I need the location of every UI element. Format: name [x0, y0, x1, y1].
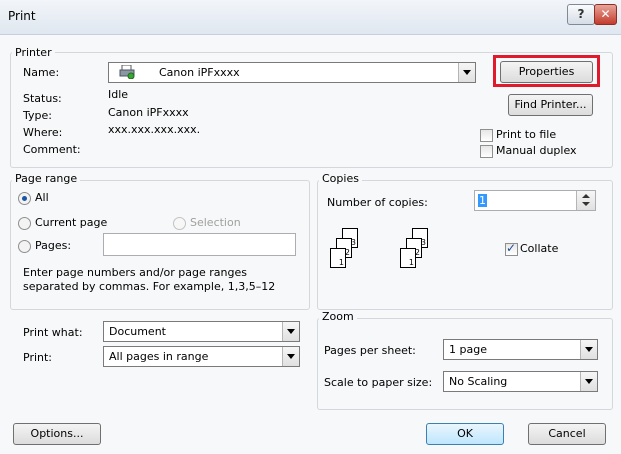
collate-illustration: 3 2 1 3 2 1: [330, 228, 430, 288]
scale-to-paper-size-combo[interactable]: No Scaling: [443, 371, 598, 392]
collate-page-number: 1: [338, 258, 344, 267]
spin-up-icon[interactable]: [582, 194, 590, 198]
page-range-group-label: Page range: [12, 172, 81, 185]
properties-button[interactable]: Properties: [500, 61, 593, 83]
pages-radio[interactable]: [18, 240, 31, 253]
page-range-hint-line1: Enter page numbers and/or page ranges: [23, 266, 247, 279]
zoom-group-label: Zoom: [319, 310, 357, 323]
print-to-file-checkbox[interactable]: [480, 129, 493, 142]
scale-to-paper-size-label: Scale to paper size:: [324, 376, 433, 389]
current-page-radio-label[interactable]: Current page: [35, 216, 107, 229]
selection-radio[interactable]: [173, 217, 186, 230]
options-button[interactable]: Options...: [13, 423, 101, 445]
print-to-file-label[interactable]: Print to file: [496, 128, 556, 141]
pages-per-sheet-value: 1 page: [449, 343, 487, 356]
help-button[interactable]: ?: [567, 4, 595, 25]
collate-label[interactable]: Collate: [520, 242, 558, 255]
scale-to-paper-size-value: No Scaling: [449, 375, 508, 388]
cancel-button[interactable]: Cancel: [528, 423, 606, 445]
printer-icon: [119, 64, 135, 80]
number-of-copies-value: 1: [478, 194, 487, 207]
printer-type-label: Type:: [23, 109, 52, 122]
print-label: Print:: [23, 351, 53, 364]
printer-where-label: Where:: [23, 126, 63, 139]
printer-group-label: Printer: [12, 46, 55, 59]
chevron-down-icon[interactable]: [282, 322, 299, 341]
manual-duplex-label[interactable]: Manual duplex: [496, 144, 577, 157]
collate-page: 1: [330, 248, 346, 268]
print-value: All pages in range: [109, 350, 209, 363]
all-radio-label[interactable]: All: [35, 191, 49, 204]
ok-button[interactable]: OK: [426, 423, 504, 445]
selection-radio-label[interactable]: Selection: [190, 216, 241, 229]
find-printer-button[interactable]: Find Printer...: [508, 94, 593, 116]
manual-duplex-checkbox[interactable]: [480, 145, 493, 158]
pages-radio-label[interactable]: Pages:: [35, 239, 71, 252]
print-what-combo[interactable]: Document: [103, 321, 300, 342]
print-what-value: Document: [109, 325, 166, 338]
pages-input[interactable]: [103, 233, 296, 256]
chevron-down-icon[interactable]: [282, 347, 299, 366]
title-bar: Print ? ✕: [0, 0, 621, 35]
copies-group-label: Copies: [319, 172, 362, 185]
spin-down-icon[interactable]: [582, 202, 590, 206]
collate-page: 1: [400, 248, 416, 268]
chevron-down-icon[interactable]: [580, 340, 597, 359]
pages-per-sheet-label: Pages per sheet:: [324, 344, 416, 357]
printer-name-value: Canon iPFxxxx: [159, 66, 240, 79]
copies-spinner[interactable]: [576, 191, 595, 210]
number-of-copies-input[interactable]: 1: [474, 190, 596, 211]
pages-per-sheet-combo[interactable]: 1 page: [443, 339, 598, 360]
print-what-label: Print what:: [23, 326, 83, 339]
print-combo[interactable]: All pages in range: [103, 346, 300, 367]
current-page-radio[interactable]: [18, 217, 31, 230]
page-range-hint-line2: separated by commas. For example, 1,3,5–…: [23, 280, 276, 293]
window-title: Print: [8, 9, 36, 23]
printer-where-value: xxx.xxx.xxx.xxx.: [108, 123, 201, 136]
printer-name-combo[interactable]: Canon iPFxxxx: [108, 62, 476, 83]
collate-checkbox[interactable]: [505, 241, 518, 256]
printer-comment-label: Comment:: [23, 143, 81, 156]
collate-page-number: 1: [408, 258, 414, 267]
chevron-down-icon[interactable]: [458, 63, 475, 82]
printer-type-value: Canon iPFxxxx: [108, 106, 189, 119]
close-button[interactable]: ✕: [594, 4, 617, 25]
zoom-group: [317, 318, 613, 410]
number-of-copies-label: Number of copies:: [327, 196, 428, 209]
chevron-down-icon[interactable]: [580, 372, 597, 391]
printer-status-label: Status:: [23, 92, 62, 105]
all-radio[interactable]: [18, 192, 31, 205]
printer-status-value: Idle: [108, 88, 129, 101]
printer-name-label: Name:: [23, 66, 60, 79]
